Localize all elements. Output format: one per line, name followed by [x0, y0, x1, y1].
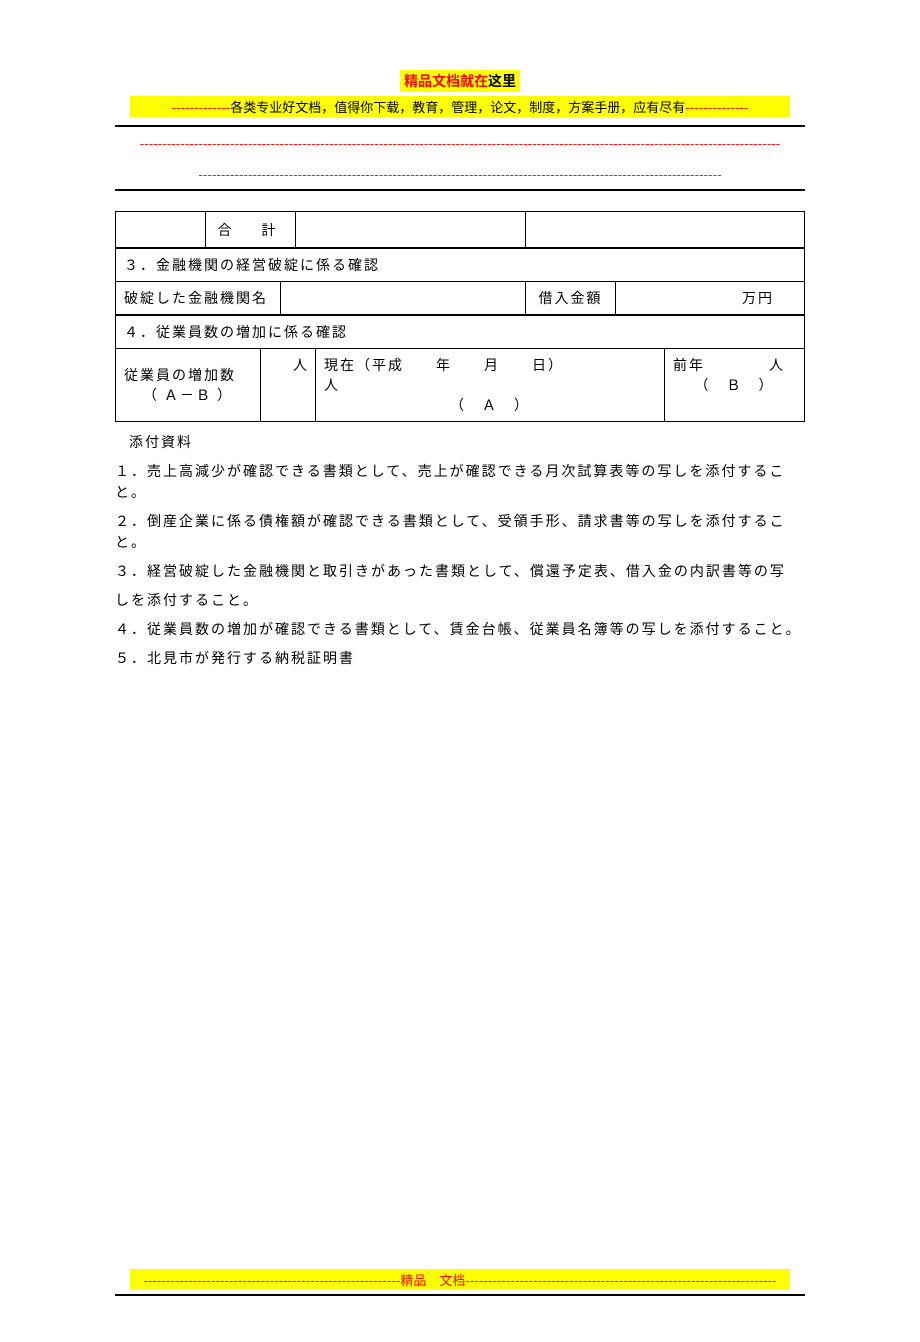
financial-name-value [281, 282, 526, 315]
main-content: 合 計 ３．金融機関の経営破綻に係る確認 破綻した金融機関名 借入金額 万円 ４… [115, 211, 805, 669]
red-dash-line-1: ----------------------------------------… [130, 133, 790, 152]
current-cell: 現在（平成 年 月 日） 人 （ Ａ ） [316, 349, 665, 422]
increase-sub-label: （ Ａ－Ｂ ） [124, 385, 252, 405]
document-footer: ----------------------------------------… [0, 1269, 920, 1296]
prev-cell: 前年 人 （ Ｂ ） [665, 349, 805, 422]
financial-name-label: 破綻した金融機関名 [116, 282, 281, 315]
increase-unit: 人 [261, 349, 316, 422]
subtitle-text: 各类专业好文档，值得你下载，教育，管理，论文，制度，方案手册，应有尽有 [230, 97, 685, 116]
document-header: 精品文档就在这里 -------------各类专业好文档，值得你下载，教育，管… [0, 70, 920, 117]
section-3-table: ３．金融機関の経営破綻に係る確認 破綻した金融機関名 借入金額 万円 [115, 248, 805, 315]
note-4: ４．従業員数の増加が確認できる書類として、賃金台帳、従業員名簿等の写しを添付する… [115, 619, 805, 640]
section-4-table: ４．従業員数の増加に係る確認 従業員の増加数 （ Ａ－Ｂ ） 人 現在（平成 年… [115, 315, 805, 422]
current-unit: 人 [324, 375, 340, 395]
note-3a: ３．経営破綻した金融機関と取引きがあった書類として、償還予定表、借入金の内訳書等… [115, 561, 805, 582]
header-title-red: 精品文档就在 [404, 71, 488, 91]
divider [115, 1294, 805, 1296]
section-4-title: ４．従業員数の増加に係る確認 [116, 316, 805, 349]
section-3-title: ３．金融機関の経営破綻に係る確認 [116, 249, 805, 282]
subtitle-dash-right: -------------- [685, 97, 748, 116]
empty-cell [116, 212, 206, 248]
amount-unit: 万円 [616, 282, 805, 315]
current-label: 現在（平成 年 月 日） [324, 355, 564, 375]
note-5: ５．北見市が発行する納税証明書 [115, 648, 805, 669]
goukei-table: 合 計 [115, 211, 805, 248]
note-2: ２．倒産企業に係る債権額が確認できる書類として、受領手形、請求書等の写しを添付す… [115, 511, 805, 553]
footer-dash-left: ----------------------------------------… [143, 1270, 400, 1289]
notes-heading: 添付資料 [115, 432, 805, 453]
increase-label-text: 従業員の増加数 [124, 365, 236, 385]
increase-label: 従業員の増加数 （ Ａ－Ｂ ） [116, 349, 261, 422]
prev-label: 前年 人 [673, 355, 785, 375]
divider [115, 189, 805, 191]
current-sub: （ Ａ ） [324, 395, 656, 415]
note-3b: しを添付すること。 [115, 590, 805, 611]
footer-label: 精品 文档 [400, 1270, 465, 1289]
amount-label: 借入金額 [526, 282, 616, 315]
prev-sub: （ Ｂ ） [673, 375, 796, 395]
subtitle-dash-left: ------------- [172, 97, 231, 116]
header-title-tail: 这里 [488, 71, 516, 91]
divider [115, 125, 805, 127]
attachment-notes: 添付資料 １．売上高減少が確認できる書類として、売上が確認できる月次試算表等の写… [115, 432, 805, 669]
empty-cell [296, 212, 526, 248]
empty-cell [526, 212, 805, 248]
footer-dash-right: ----------------------------------------… [465, 1270, 776, 1289]
goukei-label: 合 計 [206, 212, 296, 248]
red-dash-line-2: ----------------------------------------… [190, 164, 730, 183]
note-1: １．売上高減少が確認できる書類として、売上が確認できる月次試算表等の写しを添付す… [115, 461, 805, 503]
